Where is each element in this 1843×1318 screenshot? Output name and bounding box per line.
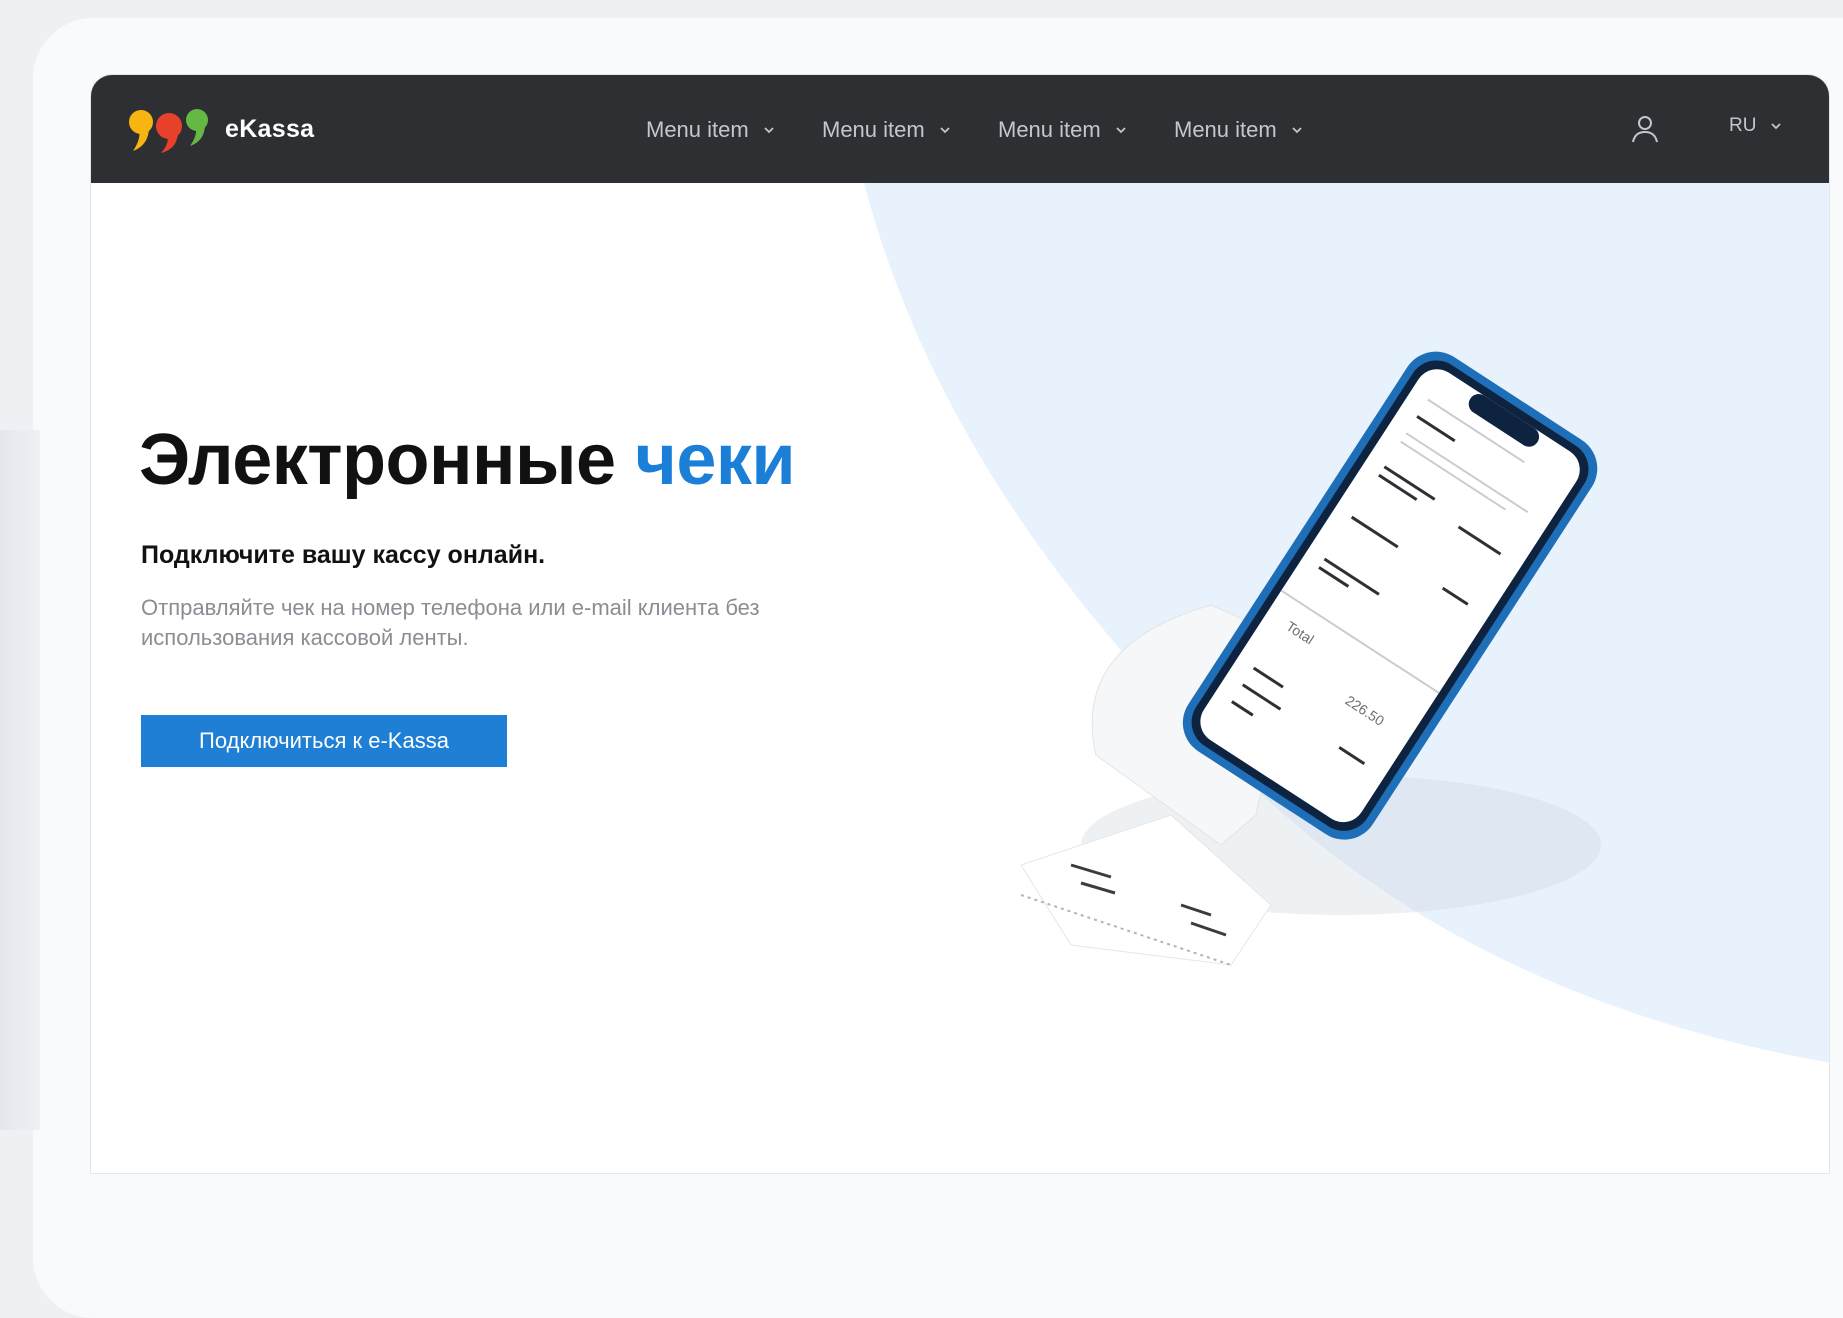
top-navbar: eKassa Menu item Menu item Menu item Men… <box>91 75 1829 183</box>
chevron-down-icon <box>1771 123 1782 130</box>
phone-receipt-illustration: Total 226.50 <box>1020 351 1601 966</box>
nav-menu-item-label: Menu item <box>822 117 925 142</box>
chevron-down-icon <box>1116 127 1126 134</box>
nav-menu-item-label: Menu item <box>1174 117 1277 142</box>
chevron-down-icon <box>764 127 774 134</box>
brand-logo[interactable]: eKassa <box>127 105 314 153</box>
nav-menu-item-label: Menu item <box>646 117 749 142</box>
brand-name: eKassa <box>225 114 315 143</box>
hero-title: Электронные чеки <box>139 419 796 501</box>
logo-mark-icon <box>129 109 208 153</box>
browser-window: eKassa Menu item Menu item Menu item Men… <box>90 74 1830 1174</box>
hero-subtitle: Подключите вашу кассу онлайн. <box>141 541 546 569</box>
user-icon[interactable] <box>1627 111 1663 147</box>
hero-title-accent: чеки <box>635 420 796 500</box>
language-label: RU <box>1729 115 1757 136</box>
language-selector[interactable]: RU <box>1729 115 1782 137</box>
hero-title-main: Электронные <box>139 420 616 500</box>
frame-shadow <box>0 430 40 1130</box>
nav-menu-item-4[interactable]: Menu item <box>1174 113 1303 147</box>
nav-menu-item-label: Menu item <box>998 117 1101 142</box>
nav-menu-item-1[interactable]: Menu item <box>646 113 775 147</box>
chevron-down-icon <box>1292 127 1302 134</box>
connect-button[interactable]: Подключиться к e-Kassa <box>141 715 507 767</box>
nav-menu-item-3[interactable]: Menu item <box>998 113 1127 147</box>
nav-menu-item-2[interactable]: Menu item <box>822 113 951 147</box>
chevron-down-icon <box>940 127 950 134</box>
hero-description: Отправляйте чек на номер телефона или e-… <box>141 595 760 650</box>
